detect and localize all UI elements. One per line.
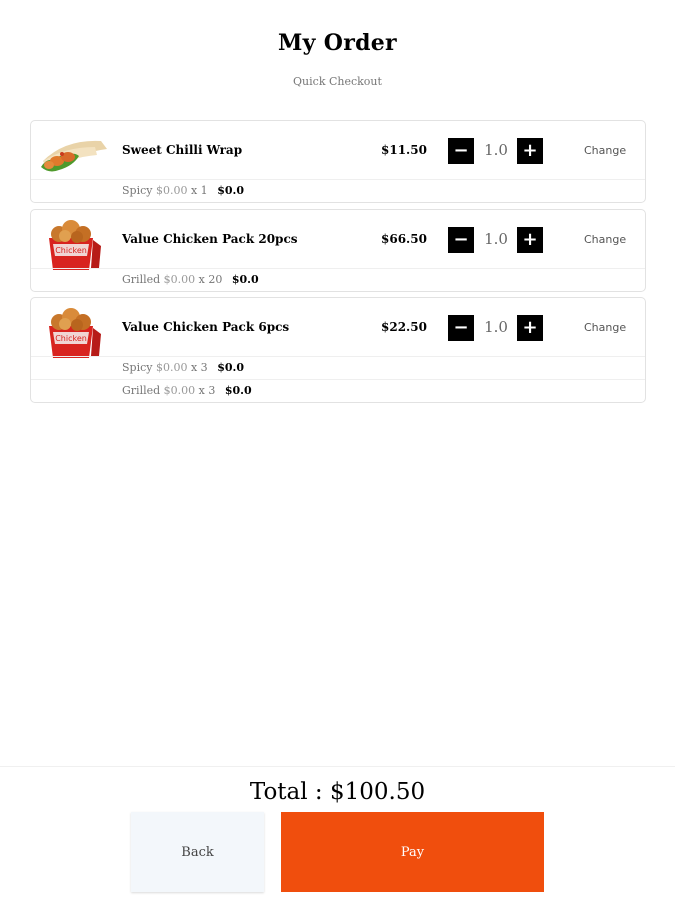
option-multiplier: x 1: [190, 184, 208, 197]
decrease-quantity-button[interactable]: −: [448, 138, 474, 164]
option-unit-price: $0.00: [155, 184, 188, 197]
increase-quantity-button[interactable]: +: [517, 227, 543, 253]
increase-quantity-button[interactable]: +: [517, 315, 543, 341]
item-price: $66.50: [381, 232, 427, 246]
quantity-value: 1.0: [484, 141, 508, 159]
option-multiplier: x 3: [198, 384, 216, 397]
back-button[interactable]: Back: [131, 812, 264, 892]
quantity-value: 1.0: [484, 318, 508, 336]
item-option-row: Spicy $0.00 x 1 $0.0: [31, 179, 645, 202]
option-total: $0.0: [231, 273, 259, 286]
item-name: Value Chicken Pack 6pcs: [122, 320, 290, 334]
option-total: $0.0: [217, 184, 244, 197]
option-unit-price: $0.00: [163, 384, 196, 397]
chicken-bucket-image: Chicken: [35, 216, 111, 272]
decrease-quantity-button[interactable]: −: [448, 227, 474, 253]
option-unit-price: $0.00: [155, 361, 188, 374]
item-name: Sweet Chilli Wrap: [122, 143, 243, 157]
svg-text:Chicken: Chicken: [55, 334, 87, 343]
increase-quantity-button[interactable]: +: [517, 138, 543, 164]
item-option-row: Grilled $0.00 x 3 $0.0: [31, 379, 645, 402]
change-item-link[interactable]: Change: [584, 144, 626, 157]
chicken-bucket-image: Chicken: [35, 304, 111, 360]
change-item-link[interactable]: Change: [584, 233, 626, 246]
option-multiplier: x 3: [190, 361, 208, 374]
option-name: Grilled: [122, 384, 161, 397]
footer-divider: [0, 766, 675, 767]
item-option-row: Grilled $0.00 x 20 $0.0: [31, 268, 645, 291]
page-title: My Order: [278, 30, 397, 56]
option-unit-price: $0.00: [163, 273, 196, 286]
wrap-image: [35, 127, 111, 183]
change-item-link[interactable]: Change: [584, 321, 626, 334]
order-item-card: Chicken Value Chicken Pack 6pcs $22.50 −…: [30, 297, 646, 403]
option-name: Grilled: [122, 273, 161, 286]
order-item-card: Sweet Chilli Wrap $11.50 − 1.0 + Change …: [30, 120, 646, 203]
order-total: Total : $100.50: [249, 779, 426, 805]
option-total: $0.0: [217, 361, 244, 374]
item-option-row: Spicy $0.00 x 3 $0.0: [31, 356, 645, 379]
option-name: Spicy: [122, 184, 153, 197]
item-price: $11.50: [381, 143, 427, 157]
svg-text:Chicken: Chicken: [55, 246, 87, 255]
option-total: $0.0: [224, 384, 252, 397]
option-multiplier: x 20: [198, 273, 223, 286]
item-name: Value Chicken Pack 20pcs: [122, 232, 298, 246]
item-price: $22.50: [381, 320, 427, 334]
page-subtitle: Quick Checkout: [293, 75, 382, 88]
decrease-quantity-button[interactable]: −: [448, 315, 474, 341]
pay-button[interactable]: Pay: [281, 812, 544, 892]
option-name: Spicy: [122, 361, 153, 374]
order-item-card: Chicken Value Chicken Pack 20pcs $66.50 …: [30, 209, 646, 292]
quantity-value: 1.0: [484, 230, 508, 248]
